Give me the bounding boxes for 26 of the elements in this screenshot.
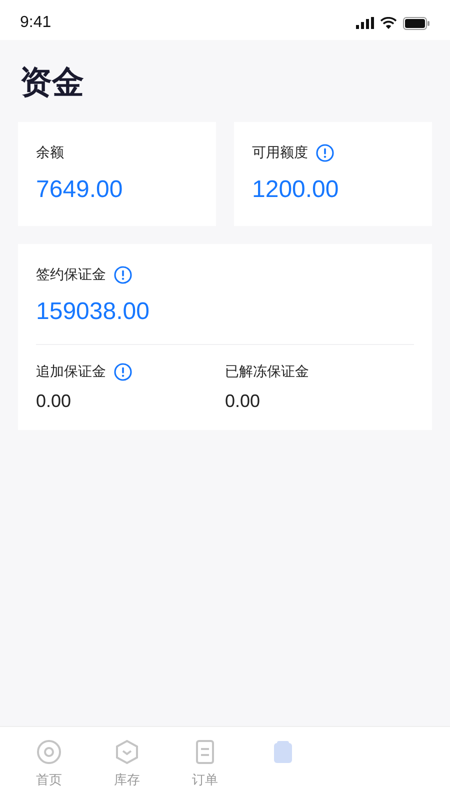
deposit-label: 已解冻保证金 (225, 363, 309, 381)
card-label: 余额 (36, 144, 64, 162)
card-label: 签约保证金 (36, 266, 106, 284)
info-icon[interactable] (316, 144, 334, 162)
amount-value: 1200.00 (252, 176, 340, 204)
tab[interactable]: 首页 (10, 727, 88, 800)
wifi-icon (380, 17, 397, 29)
status-time: 9:41 (20, 14, 52, 32)
page-title: 资金 (20, 62, 85, 102)
amount-value: 7649.00 (36, 176, 124, 204)
tab-label: 首页 (36, 772, 62, 789)
tab-label: 库存 (114, 772, 140, 789)
deposit-value: 0.00 (36, 391, 72, 412)
tab[interactable]: 订单 (166, 727, 244, 800)
deposit-value: 0.00 (225, 391, 262, 412)
info-icon[interactable] (114, 363, 132, 381)
battery-icon (403, 16, 430, 30)
signal-icon (356, 17, 374, 29)
tab[interactable]: 库存 (88, 727, 166, 800)
deposit-label: 追加保证金 (36, 363, 106, 381)
info-icon[interactable] (114, 266, 132, 284)
amount-value: 159038.00 (36, 298, 150, 326)
card-label: 可用额度 (252, 144, 308, 162)
target-icon (36, 739, 62, 765)
tab-label: 订单 (192, 772, 218, 789)
box-icon (114, 739, 140, 765)
